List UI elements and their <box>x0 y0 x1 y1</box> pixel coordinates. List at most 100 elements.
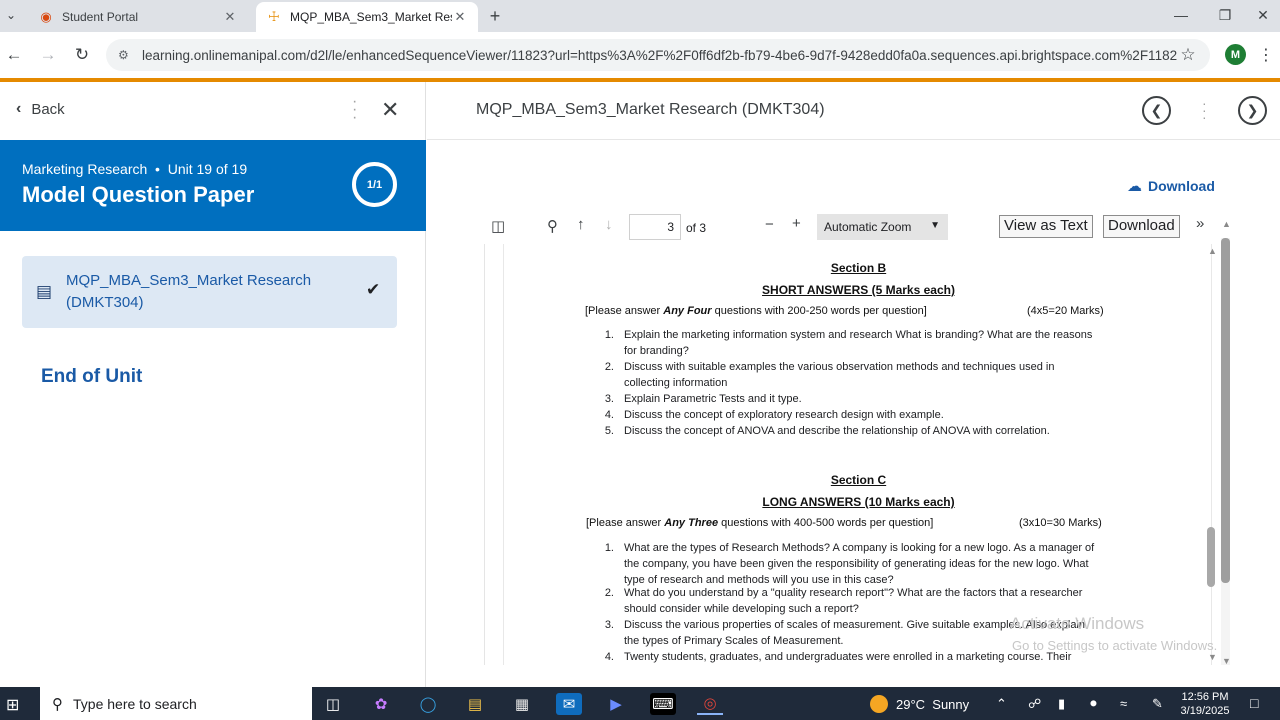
manipal-favicon-icon: ☩ <box>268 9 280 24</box>
new-tab-button[interactable]: + <box>484 5 506 27</box>
clock-date: 3/19/2025 <box>1180 705 1230 717</box>
battery-icon[interactable]: ▮ <box>1058 696 1065 712</box>
site-info-icon[interactable]: ⚙ <box>118 48 142 62</box>
scroll-up-icon[interactable]: ▲ <box>1222 219 1231 229</box>
section-b-instruction: [Please answer Any Four questions with 2… <box>585 305 927 317</box>
tab-close-icon[interactable]: ✕ <box>452 9 468 25</box>
tab-title: MQP_MBA_Sem3_Market Research (DMKT304) <box>290 10 452 24</box>
previous-page-icon[interactable]: ↑ <box>577 216 585 233</box>
activate-windows-title: Activate Windows <box>1010 614 1145 633</box>
edge-icon[interactable]: ◯ <box>415 693 441 715</box>
close-sidebar-icon[interactable]: ✕ <box>381 97 399 123</box>
section-b-heading: Section B <box>830 261 887 275</box>
tab-close-icon[interactable]: ✕ <box>222 9 238 25</box>
progress-ring: 1/1 <box>352 162 397 207</box>
download-label: Download <box>1148 178 1215 194</box>
address-bar[interactable]: ⚙ learning.onlinemanipal.com/d2l/le/enha… <box>106 39 1210 71</box>
sequence-sidebar: ‹ Back · · · ✕ Marketing Research • Unit 1… <box>0 82 426 687</box>
chevron-left-icon: ‹ <box>16 100 22 117</box>
next-page-icon[interactable]: ↓ <box>605 216 613 233</box>
terminal-icon[interactable]: ⌨ <box>650 693 676 715</box>
weather-widget[interactable]: 29°C Sunny <box>870 695 969 713</box>
pdf-viewport[interactable]: Section B SHORT ANSWERS (5 Marks each) [… <box>484 244 1230 665</box>
page-scroll-down-icon[interactable]: ▼ <box>1208 652 1217 662</box>
zoom-in-icon[interactable]: + <box>792 215 801 232</box>
download-link[interactable]: ☁ Download <box>1127 177 1215 195</box>
file-explorer-icon[interactable]: ▤ <box>462 693 488 715</box>
back-button[interactable]: ‹ Back <box>16 100 65 118</box>
tab-title: Student Portal <box>62 10 139 24</box>
section-c-instruction: [Please answer Any Three questions with … <box>586 517 934 529</box>
lesson-title[interactable]: MQP_MBA_Sem3_Market Research (DMKT304) <box>66 270 346 314</box>
tab-student-portal[interactable]: ◉ Student Portal ✕ <box>28 2 248 32</box>
tray-chevron-icon[interactable]: ⌃ <box>996 696 1007 712</box>
pdf-page: Section B SHORT ANSWERS (5 Marks each) [… <box>503 244 1212 665</box>
unit-meta: Marketing Research • Unit 19 of 19 <box>22 161 248 177</box>
section-b-marks: (4x5=20 Marks) <box>1027 305 1104 317</box>
view-as-text-button[interactable]: View as Text <box>999 215 1093 238</box>
sun-icon <box>870 695 888 713</box>
section-c-marks: (3x10=30 Marks) <box>1019 517 1102 529</box>
reload-icon[interactable]: ↻ <box>70 43 94 67</box>
cloud-download-icon: ☁ <box>1127 178 1142 195</box>
url-text[interactable]: learning.onlinemanipal.com/d2l/le/enhanc… <box>142 48 1178 63</box>
sidebar-toggle-icon[interactable]: ◫ <box>491 217 505 235</box>
tab-market-research[interactable]: ☩ MQP_MBA_Sem3_Market Research (DMKT304)… <box>256 2 478 32</box>
document-icon: ▤ <box>36 282 53 301</box>
task-view-icon[interactable]: ◫ <box>320 693 346 715</box>
divider-dots: · · · <box>1202 95 1207 125</box>
taskbar-clock[interactable]: 12:56 PM 3/19/2025 <box>1176 690 1234 718</box>
forward-arrow-icon[interactable]: → <box>36 43 60 67</box>
copilot-icon[interactable]: ✿ <box>368 693 394 715</box>
find-search-icon[interactable]: ⚲ <box>547 217 558 235</box>
restore-icon[interactable]: ❐ <box>1202 0 1248 30</box>
dropdown-caret-icon: ▼ <box>930 220 940 231</box>
pen-icon[interactable]: ✎ <box>1152 696 1163 712</box>
profile-avatar[interactable]: M <box>1225 44 1246 65</box>
phone-link-icon[interactable]: ☍ <box>1028 696 1041 712</box>
browser-toolbar: ← → ↻ ⚙ learning.onlinemanipal.com/d2l/l… <box>0 32 1280 78</box>
back-label: Back <box>31 100 65 118</box>
window-close-icon[interactable]: ✕ <box>1246 0 1280 30</box>
back-arrow-icon[interactable]: ← <box>2 43 26 67</box>
viewer-scrollbar-thumb[interactable] <box>1221 238 1230 583</box>
more-options-icon[interactable]: · · · <box>352 94 357 126</box>
tab-search-chevron-icon[interactable]: ⌄ <box>0 4 22 26</box>
zoom-value: Automatic Zoom <box>824 220 912 234</box>
microphone-icon[interactable]: ⚫ <box>1088 696 1099 712</box>
lesson-item[interactable]: ▤ MQP_MBA_Sem3_Market Research (DMKT304)… <box>22 256 397 328</box>
windows-taskbar: ⊞ ⚲ Type here to search ◫ ✿ ◯ ▤ ▦ ✉ ▶ ⌨ … <box>0 687 1280 720</box>
more-tools-icon[interactable]: » <box>1196 215 1204 232</box>
media-app-icon[interactable]: ▶ <box>603 693 629 715</box>
zoom-out-icon[interactable]: − <box>765 216 774 233</box>
notification-icon[interactable]: □ <box>1250 695 1258 711</box>
pdf-download-button[interactable]: Download <box>1103 215 1180 238</box>
windows-start-icon[interactable]: ⊞ <box>6 695 19 715</box>
wifi-icon[interactable]: ≈ <box>1120 696 1127 711</box>
tab-strip: ⌄ ◉ Student Portal ✕ ☩ MQP_MBA_Sem3_Mark… <box>0 0 1280 32</box>
taskbar-search-box[interactable]: ⚲ Type here to search <box>40 687 312 720</box>
search-placeholder: Type here to search <box>73 695 197 712</box>
section-c-subheading: LONG ANSWERS (10 Marks each) <box>762 495 955 509</box>
scroll-down-icon[interactable]: ▼ <box>1222 656 1231 666</box>
next-button[interactable]: ❯ <box>1238 96 1267 125</box>
end-of-unit-link[interactable]: End of Unit <box>41 366 142 388</box>
zoom-select[interactable]: Automatic Zoom ▼ <box>817 214 948 240</box>
outlook-icon[interactable]: ✉ <box>556 693 582 715</box>
sidebar-header: ‹ Back · · · ✕ <box>0 82 426 140</box>
bookmark-star-icon[interactable]: ☆ <box>1178 45 1198 65</box>
unit-banner: Marketing Research • Unit 19 of 19 Model… <box>0 140 426 231</box>
content-header: MQP_MBA_Sem3_Market Research (DMKT304) ❮… <box>427 82 1280 140</box>
browser-menu-icon[interactable]: ⋮ <box>1258 45 1274 65</box>
minimize-icon[interactable]: — <box>1158 0 1204 30</box>
checkmark-icon: ✔ <box>366 280 381 299</box>
page-scrollbar-thumb[interactable] <box>1207 527 1215 587</box>
page-scroll-up-icon[interactable]: ▲ <box>1208 246 1217 256</box>
previous-button[interactable]: ❮ <box>1142 96 1171 125</box>
section-c-heading: Section C <box>830 473 887 487</box>
weather-text: 29°C Sunny <box>896 696 970 712</box>
page-number-input[interactable]: 3 <box>629 214 681 240</box>
store-icon[interactable]: ▦ <box>509 693 535 715</box>
portal-favicon-icon: ◉ <box>40 9 52 24</box>
chrome-icon[interactable]: ◎ <box>697 693 723 715</box>
